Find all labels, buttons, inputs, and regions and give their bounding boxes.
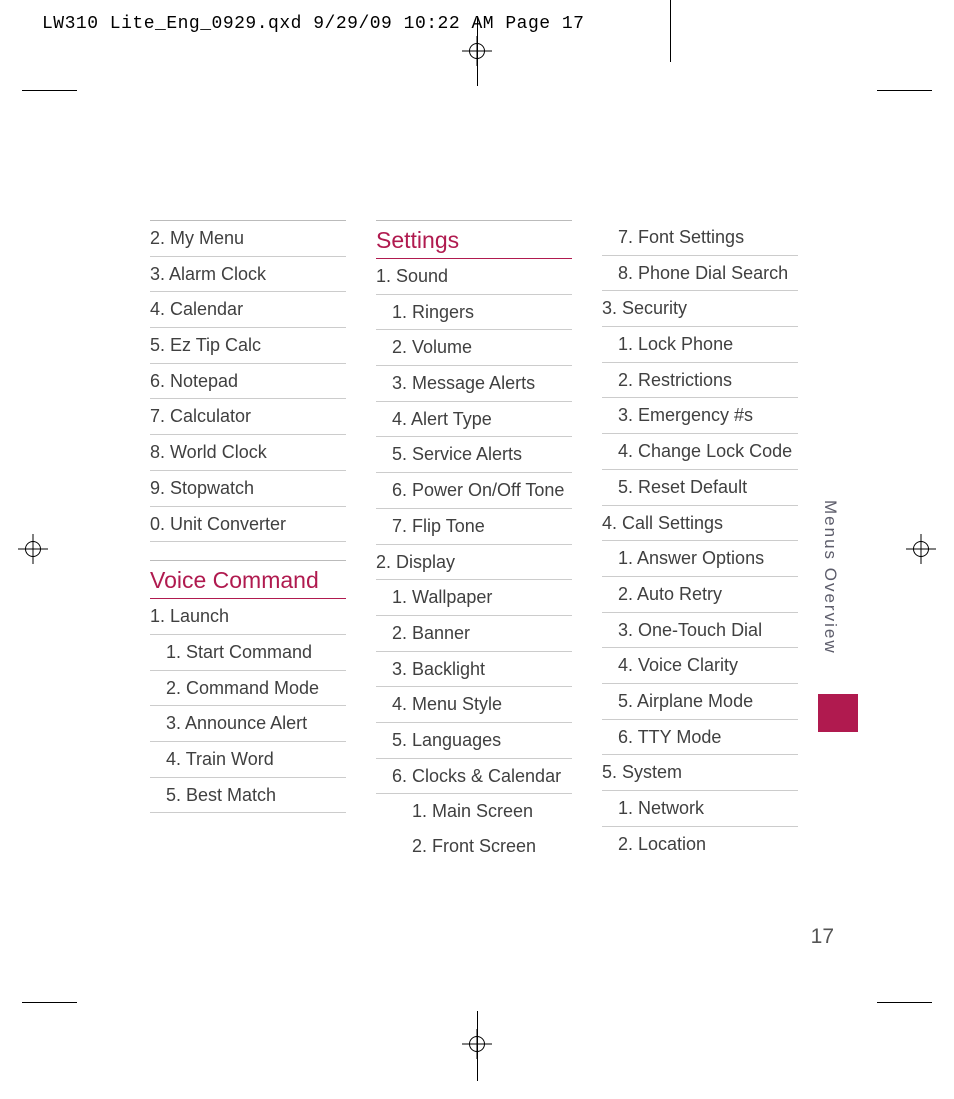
menu-item: 4. Calendar	[150, 292, 346, 328]
menu-subitem: 6. Power On/Off Tone	[376, 473, 572, 509]
menu-item: 5. System	[602, 755, 798, 791]
menu-item: 6. Notepad	[150, 364, 346, 400]
menu-item: 5. Ez Tip Calc	[150, 328, 346, 364]
menu-item: 1. Sound	[376, 259, 572, 295]
menu-subitem: 2. Auto Retry	[602, 577, 798, 613]
menu-subitem: 5. Service Alerts	[376, 437, 572, 473]
menu-item: 0. Unit Converter	[150, 507, 346, 543]
menu-subitem: 1. Answer Options	[602, 541, 798, 577]
menu-item: 8. World Clock	[150, 435, 346, 471]
menu-subitem: 2. Restrictions	[602, 363, 798, 399]
crop-guide-top	[670, 0, 671, 62]
registration-mark-left	[18, 534, 48, 564]
menu-subitem: 2. Volume	[376, 330, 572, 366]
menu-subitem: 6. Clocks & Calendar	[376, 759, 572, 795]
menu-subitem: 4. Change Lock Code	[602, 434, 798, 470]
menu-subitem: 7. Font Settings	[602, 220, 798, 256]
menu-subitem: 3. One-Touch Dial	[602, 613, 798, 649]
menu-item: 4. Call Settings	[602, 506, 798, 542]
menu-subitem: 1. Start Command	[150, 635, 346, 671]
menu-subitem: 2. Front Screen	[376, 829, 572, 864]
column-3: 7. Font Settings8. Phone Dial Search3. S…	[602, 220, 798, 864]
menu-item: 3. Security	[602, 291, 798, 327]
menu-subitem: 4. Menu Style	[376, 687, 572, 723]
menu-subitem: 5. Languages	[376, 723, 572, 759]
menu-item: 7. Calculator	[150, 399, 346, 435]
menu-item: 3. Alarm Clock	[150, 257, 346, 293]
menu-subitem: 7. Flip Tone	[376, 509, 572, 545]
crop-mark	[22, 90, 77, 91]
menu-subitem: 5. Reset Default	[602, 470, 798, 506]
menu-subitem: 6. TTY Mode	[602, 720, 798, 756]
menu-subitem: 1. Wallpaper	[376, 580, 572, 616]
section-heading-settings: Settings	[376, 220, 572, 259]
menu-subitem: 5. Best Match	[150, 778, 346, 814]
side-tab-marker	[818, 694, 858, 732]
crop-mark	[877, 90, 932, 91]
menu-subitem: 2. Command Mode	[150, 671, 346, 707]
menu-item: 2. Display	[376, 545, 572, 581]
menu-subitem: 1. Main Screen	[376, 794, 572, 829]
menu-subitem: 4. Alert Type	[376, 402, 572, 438]
page-number: 17	[811, 925, 834, 949]
guide-vertical-top	[477, 16, 478, 86]
menu-sublist-launch: 1. Start Command2. Command Mode3. Announ…	[150, 635, 346, 813]
menu-subitem: 4. Voice Clarity	[602, 648, 798, 684]
column-2: Settings 1. Sound1. Ringers2. Volume3. M…	[376, 220, 572, 864]
menu-subitem: 5. Airplane Mode	[602, 684, 798, 720]
menu-subitem: 3. Announce Alert	[150, 706, 346, 742]
menu-item: 1. Launch	[150, 599, 346, 635]
guide-vertical-bottom	[477, 1011, 478, 1081]
menu-list-settings-cont: 7. Font Settings8. Phone Dial Search3. S…	[602, 220, 798, 861]
menu-list-voice-command: 1. Launch	[150, 599, 346, 635]
menu-list-tools: 2. My Menu3. Alarm Clock4. Calendar5. Ez…	[150, 220, 346, 542]
side-tab-label: Menus Overview	[820, 500, 840, 655]
column-1: 2. My Menu3. Alarm Clock4. Calendar5. Ez…	[150, 220, 346, 864]
menu-subitem: 1. Network	[602, 791, 798, 827]
menu-subitem: 3. Message Alerts	[376, 366, 572, 402]
page-content: 2. My Menu3. Alarm Clock4. Calendar5. Ez…	[150, 220, 798, 864]
section-heading-voice-command: Voice Command	[150, 560, 346, 599]
menu-subitem: 4. Train Word	[150, 742, 346, 778]
registration-mark-right	[906, 534, 936, 564]
menu-subitem: 1. Lock Phone	[602, 327, 798, 363]
menu-subitem: 2. Location	[602, 827, 798, 862]
menu-item: 9. Stopwatch	[150, 471, 346, 507]
menu-subitem: 3. Backlight	[376, 652, 572, 688]
prepress-slug: LW310 Lite_Eng_0929.qxd 9/29/09 10:22 AM…	[42, 14, 584, 34]
menu-list-settings: 1. Sound1. Ringers2. Volume3. Message Al…	[376, 259, 572, 864]
menu-item: 2. My Menu	[150, 221, 346, 257]
menu-subitem: 8. Phone Dial Search	[602, 256, 798, 292]
menu-subitem: 1. Ringers	[376, 295, 572, 331]
crop-mark	[22, 1002, 77, 1003]
crop-mark	[877, 1002, 932, 1003]
menu-subitem: 2. Banner	[376, 616, 572, 652]
menu-subitem: 3. Emergency #s	[602, 398, 798, 434]
